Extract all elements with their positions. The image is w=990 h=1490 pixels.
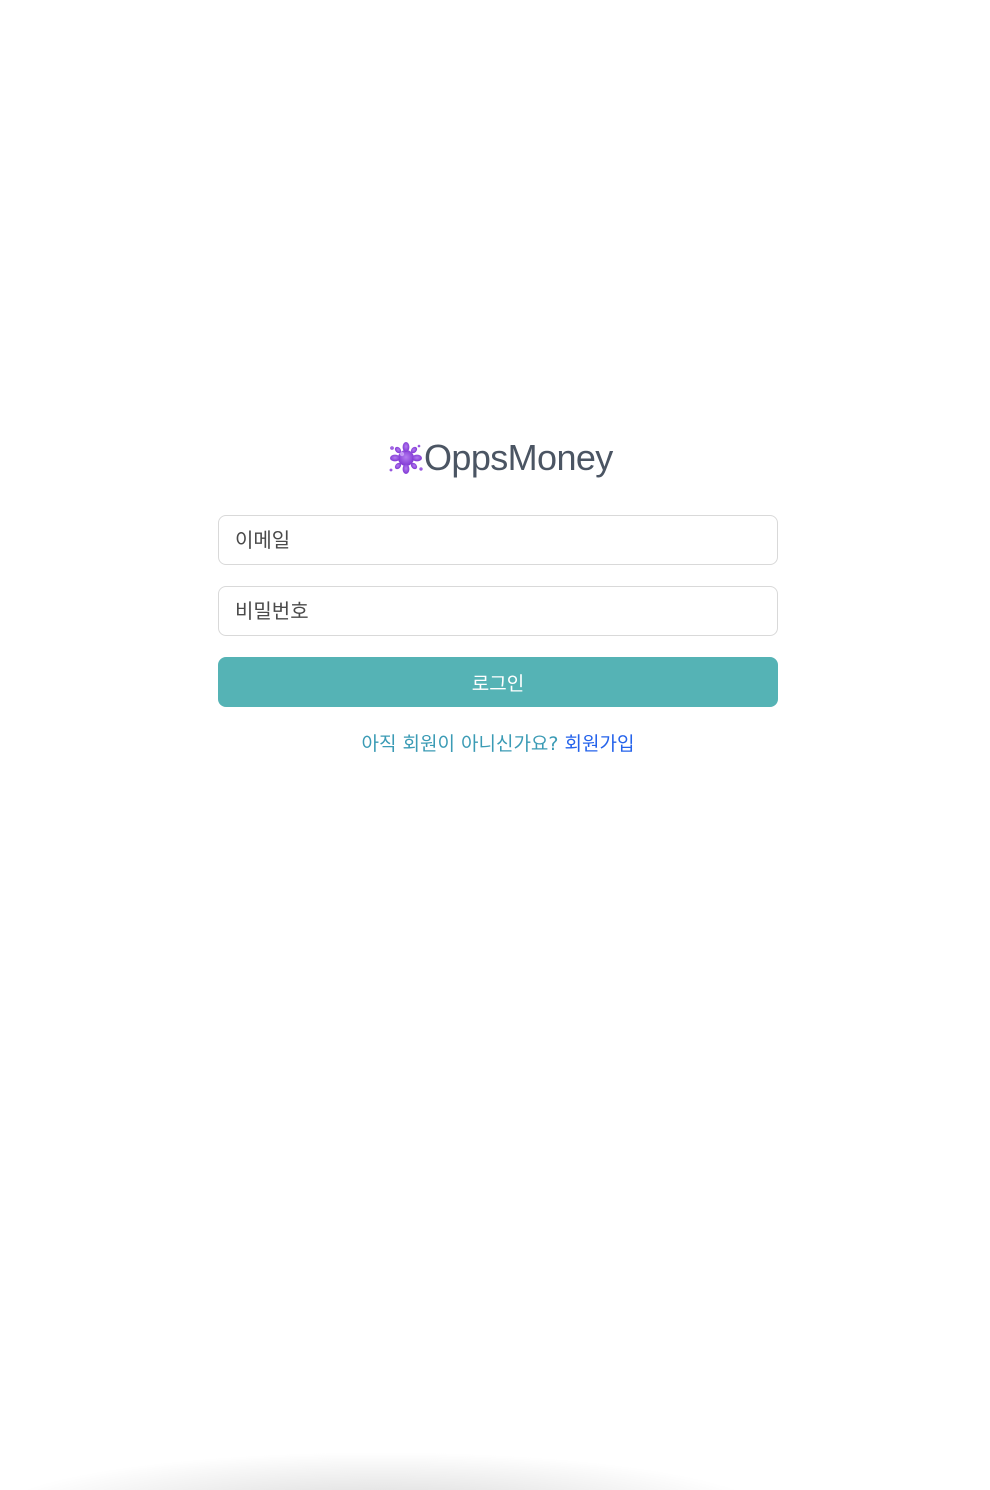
password-input[interactable] (218, 586, 778, 636)
brand-name: OppsMoney (424, 437, 613, 478)
signup-prompt-text: 아직 회원이 아니신가요? (361, 733, 559, 755)
login-button[interactable]: 로그인 (218, 657, 778, 707)
login-page: OppsMoney 로그인 아직 회원이 아니신가요? 회원가입 (0, 0, 990, 1490)
signup-link[interactable]: 회원가입 (565, 733, 635, 755)
brand-logo: OppsMoney (388, 436, 613, 480)
bottom-shadow (0, 1370, 990, 1490)
email-input[interactable] (218, 515, 778, 565)
purple-splash-icon (389, 442, 423, 474)
signup-prompt-line: 아직 회원이 아니신가요? 회원가입 (0, 730, 990, 758)
